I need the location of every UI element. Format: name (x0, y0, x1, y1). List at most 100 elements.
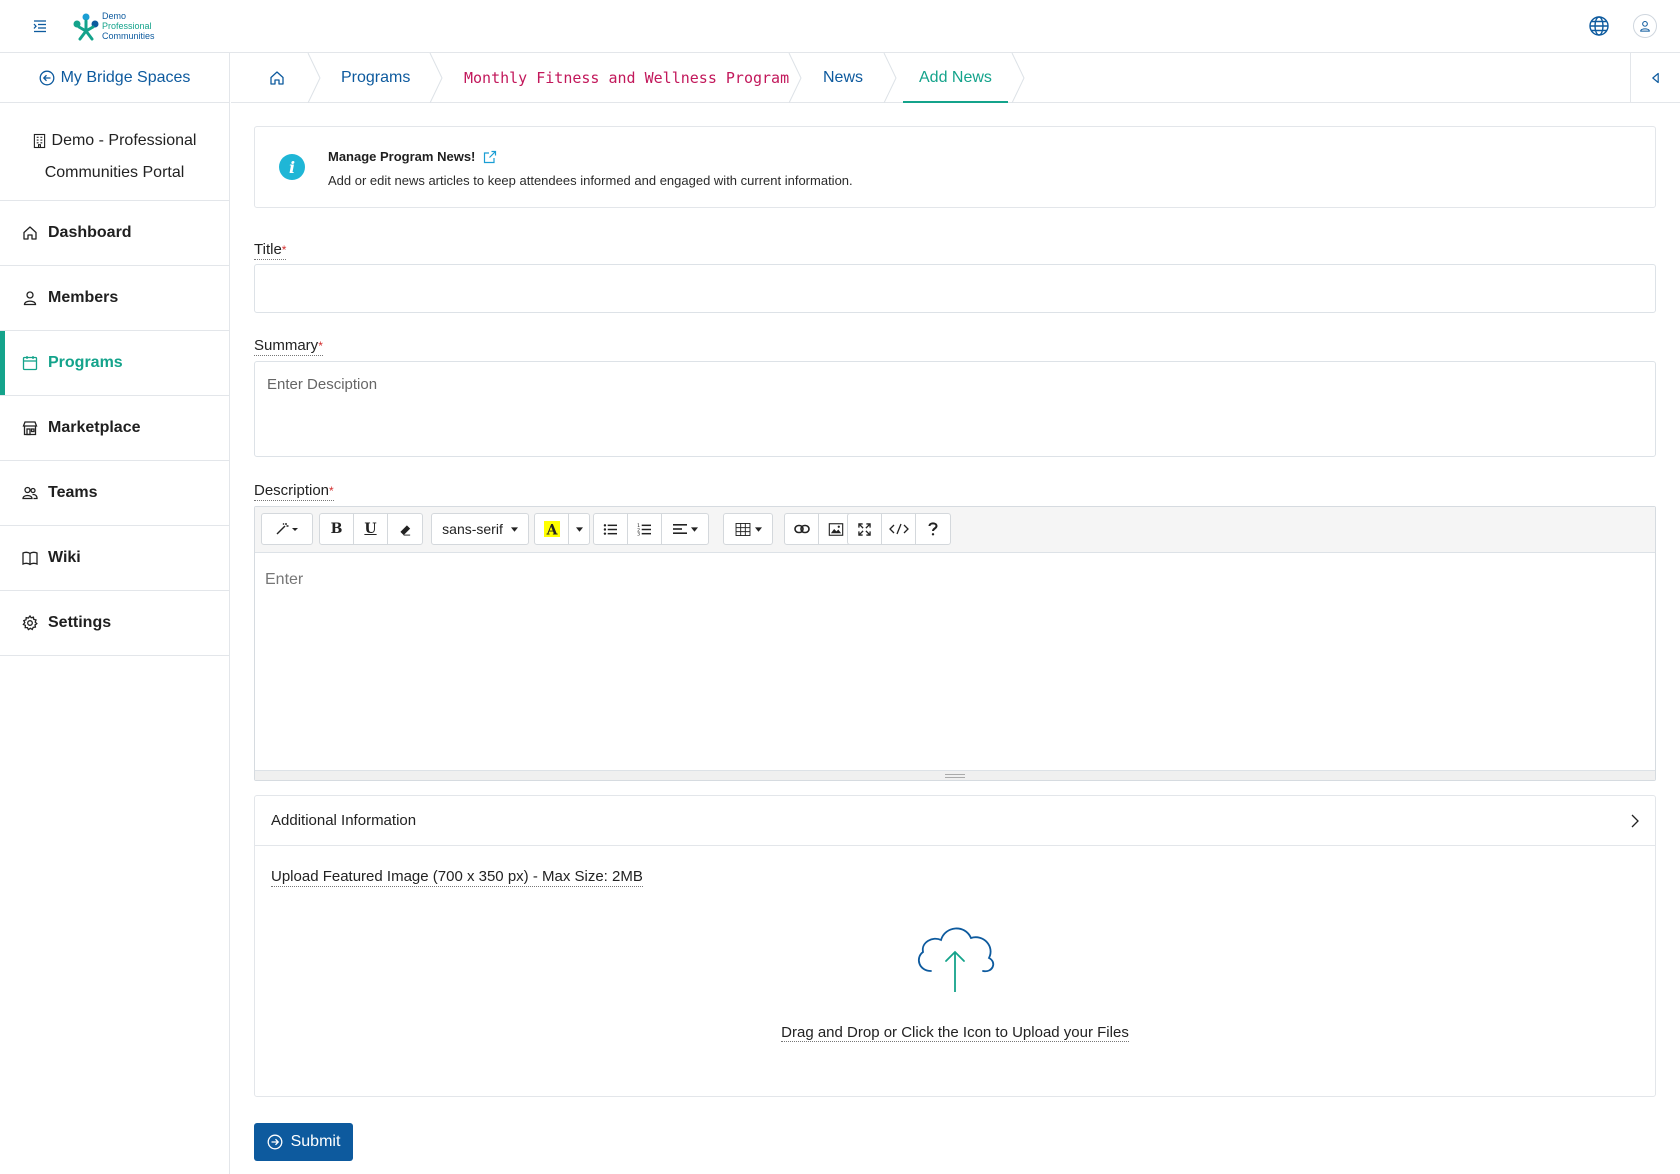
ordered-list-button[interactable]: 123 (628, 514, 662, 544)
editor-placeholder: Enter (265, 571, 304, 588)
align-left-icon (672, 524, 687, 534)
info-banner: i Manage Program News! Add or edit news … (254, 126, 1656, 208)
insert-link-button[interactable] (785, 514, 819, 544)
toolbar-group-font: sans-serif (431, 513, 529, 545)
text-color-button[interactable]: A (535, 514, 569, 544)
underline-button[interactable]: U (354, 514, 388, 544)
font-family-select[interactable]: sans-serif (432, 514, 528, 544)
caret-left-icon (1652, 72, 1659, 84)
color-dropdown-button[interactable] (569, 514, 589, 544)
my-bridge-spaces-label: My Bridge Spaces (60, 68, 191, 86)
bullet-list-icon (603, 523, 617, 535)
insert-table-button[interactable] (724, 514, 772, 544)
logo-mark-icon (73, 13, 99, 41)
description-label: Description* (254, 482, 334, 501)
breadcrumb-separator (307, 53, 321, 103)
sidebar: My Bridge Spaces Demo - Professional Com… (0, 53, 230, 1174)
breadcrumb-programs[interactable]: Programs (341, 53, 410, 103)
toolbar-group-paragraph: 123 (593, 513, 709, 545)
portal-name: Demo - Professional Communities Portal (0, 103, 229, 201)
toolbar-group-color: A (534, 513, 590, 545)
portal-name-line1: Demo - Professional (51, 132, 197, 149)
numbered-list-icon: 123 (637, 523, 651, 536)
submit-button[interactable]: Submit (254, 1123, 353, 1161)
bold-button[interactable]: B (320, 514, 354, 544)
image-icon (828, 522, 843, 536)
calendar-icon (22, 356, 38, 371)
code-icon (888, 523, 909, 535)
building-icon (33, 133, 45, 149)
sidebar-item-label: Marketplace (48, 419, 141, 436)
globe-icon[interactable] (1588, 15, 1610, 37)
upload-hint: Drag and Drop or Click the Icon to Uploa… (781, 1024, 1129, 1042)
magic-wand-icon (276, 523, 298, 535)
svg-text:A: A (545, 523, 558, 538)
svg-text:3: 3 (637, 531, 640, 535)
info-icon: i (279, 154, 305, 180)
breadcrumb-separator (1011, 53, 1025, 103)
editor-content[interactable]: Enter (255, 553, 1655, 770)
unordered-list-button[interactable] (594, 514, 628, 544)
eraser-icon (399, 524, 410, 536)
sidebar-item-marketplace[interactable]: Marketplace (0, 396, 229, 461)
sidebar-item-programs[interactable]: Programs (0, 331, 229, 396)
expand-icon (858, 522, 871, 536)
toolbar-group-format: B U (319, 513, 423, 545)
caret-down-icon (510, 526, 518, 532)
toolbar-group-style (261, 513, 313, 545)
toolbar-group-view (847, 513, 951, 545)
sidebar-item-label: Wiki (48, 549, 81, 566)
summary-placeholder: Enter Desciption (267, 376, 378, 393)
fullscreen-button[interactable] (848, 514, 882, 544)
info-description: Add or edit news articles to keep attend… (328, 173, 853, 188)
highlight-color-icon: A (543, 521, 560, 538)
breadcrumb-separator (788, 53, 802, 103)
sidebar-item-teams[interactable]: Teams (0, 461, 229, 526)
breadcrumb-add-news[interactable]: Add News (903, 53, 1008, 103)
user-icon (23, 291, 37, 306)
logo[interactable]: Demo Professional Communities (70, 9, 160, 45)
sidebar-item-label: Members (48, 289, 119, 306)
portal-name-line2: Communities Portal (44, 164, 185, 181)
help-button[interactable] (916, 514, 950, 544)
caret-down-icon (575, 526, 583, 532)
caret-down-icon (690, 526, 698, 532)
rich-text-editor: B U sans-serif A 1 2 3 Enter (254, 506, 1656, 781)
font-family-value: sans-serif (442, 521, 503, 537)
summary-textarea[interactable]: Enter Desciption (254, 361, 1656, 457)
title-label: Title* (254, 241, 287, 260)
link-icon (793, 524, 810, 534)
gear-icon (22, 615, 38, 631)
my-bridge-spaces-link[interactable]: My Bridge Spaces (0, 53, 229, 103)
code-view-button[interactable] (882, 514, 916, 544)
sidebar-item-wiki[interactable]: Wiki (0, 526, 229, 591)
cloud-upload-icon[interactable] (913, 918, 1001, 994)
breadcrumb-news[interactable]: News (823, 53, 863, 103)
align-dropdown-button[interactable] (662, 514, 708, 544)
breadcrumb-separator (429, 53, 443, 103)
additional-information-title: Additional Information (271, 812, 417, 829)
additional-information-panel: Additional Information Upload Featured I… (254, 795, 1656, 1097)
magic-style-button[interactable] (262, 514, 312, 544)
summary-label: Summary* (254, 337, 323, 356)
breadcrumb-program-name[interactable]: Monthly Fitness and Wellness Program (464, 53, 789, 103)
user-menu-button[interactable] (1633, 14, 1657, 38)
submit-label: Submit (290, 1133, 341, 1150)
sidebar-item-members[interactable]: Members (0, 266, 229, 331)
sidebar-item-label: Teams (48, 484, 98, 501)
collapse-panel-button[interactable] (1630, 53, 1680, 103)
title-input[interactable] (254, 264, 1656, 313)
chevron-right-icon (1631, 814, 1639, 827)
home-icon (23, 226, 37, 240)
external-link-icon[interactable] (483, 150, 497, 164)
sidebar-item-settings[interactable]: Settings (0, 591, 229, 656)
sidebar-item-label: Dashboard (48, 224, 132, 241)
top-header: Demo Professional Communities (0, 0, 1680, 53)
additional-information-header[interactable]: Additional Information (255, 796, 1655, 846)
sidebar-item-dashboard[interactable]: Dashboard (0, 201, 229, 266)
clear-format-button[interactable] (388, 514, 422, 544)
menu-icon[interactable] (32, 18, 48, 34)
breadcrumb-home[interactable] (269, 53, 285, 103)
editor-resize-handle[interactable] (255, 770, 1655, 780)
toolbar-group-table (723, 513, 773, 545)
